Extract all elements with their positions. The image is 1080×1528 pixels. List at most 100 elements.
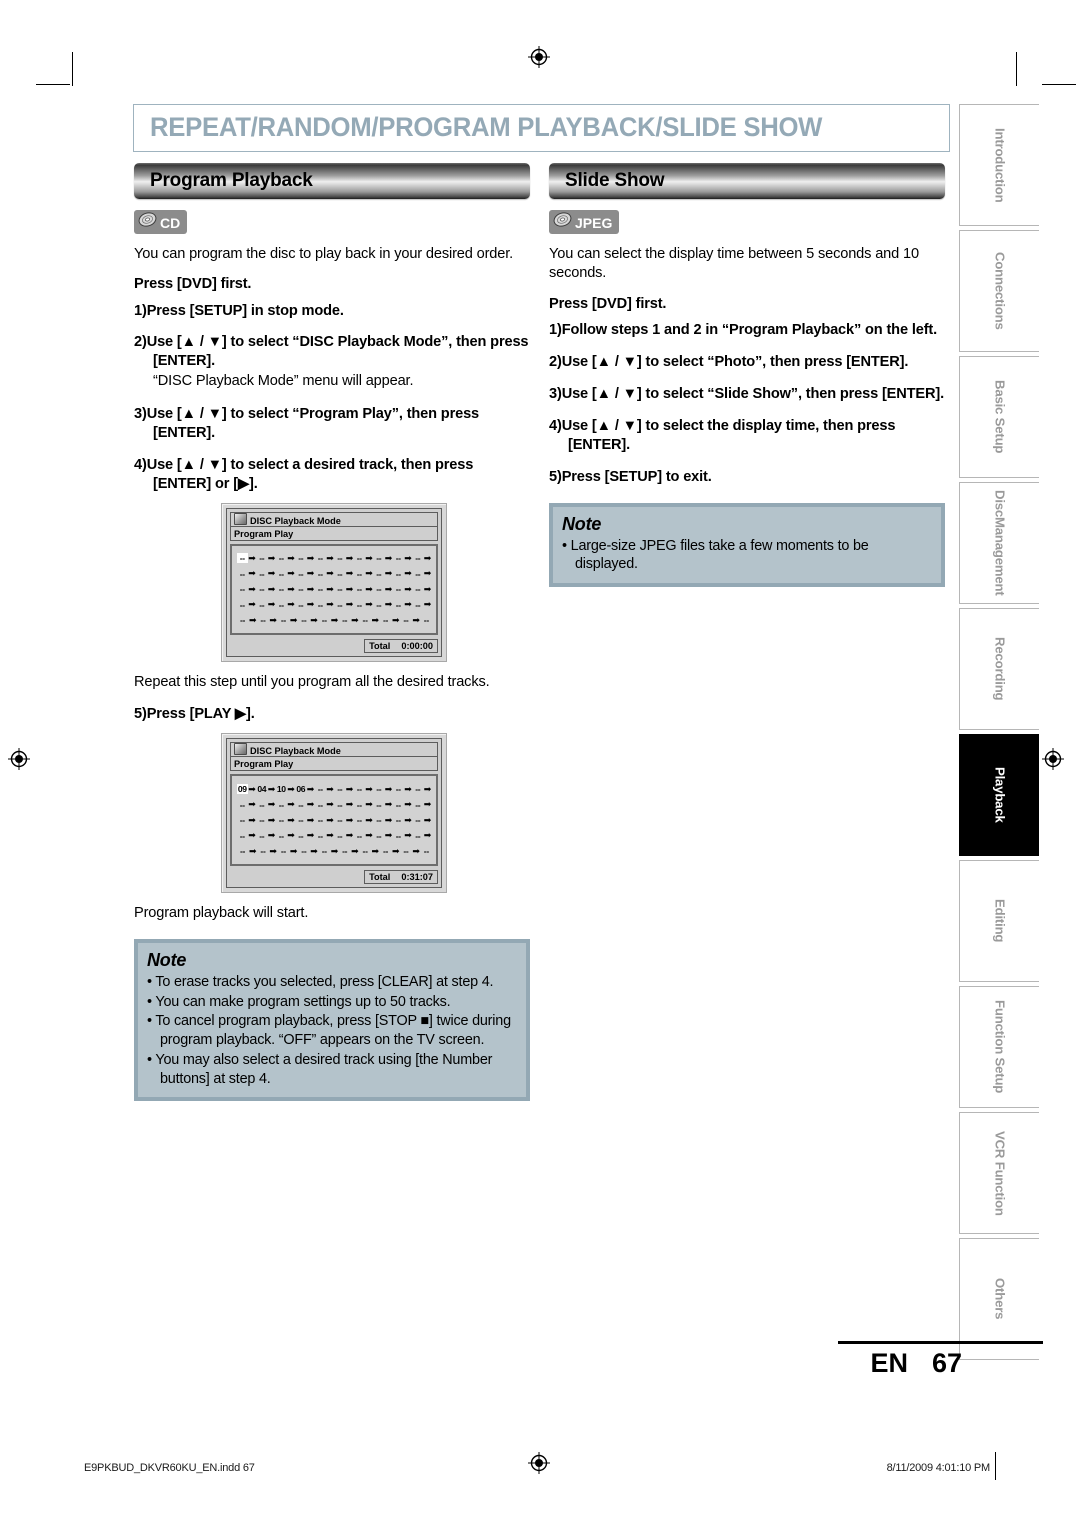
osd-track-cell[interactable]: -- <box>374 815 385 825</box>
osd-track-cell[interactable]: -- <box>315 784 326 794</box>
osd-track-cell[interactable]: -- <box>257 800 268 810</box>
osd-track-cell[interactable]: -- <box>298 846 309 856</box>
osd-track-cell[interactable]: -- <box>257 615 268 625</box>
osd-track-cell[interactable]: -- <box>335 800 346 810</box>
osd-track-cell[interactable]: -- <box>413 569 424 579</box>
osd-track-cell[interactable]: -- <box>335 784 346 794</box>
osd-track-cell[interactable]: -- <box>400 846 411 856</box>
osd-track-cell[interactable]: -- <box>374 800 385 810</box>
osd-track-cell[interactable]: -- <box>354 569 365 579</box>
sidebar-tab-function-setup[interactable]: Function Setup <box>959 986 1039 1108</box>
osd-track-cell[interactable]: -- <box>374 831 385 841</box>
osd-track-cell[interactable]: -- <box>237 584 248 594</box>
osd-track-cell[interactable]: -- <box>413 815 424 825</box>
osd-track-cell[interactable]: -- <box>315 800 326 810</box>
osd-track-cell[interactable]: -- <box>257 831 268 841</box>
osd-track-cell[interactable]: -- <box>421 846 432 856</box>
osd-track-cell[interactable]: -- <box>335 831 346 841</box>
sidebar-tab-vcr-function[interactable]: VCR Function <box>959 1112 1039 1234</box>
osd-track-cell[interactable]: -- <box>296 584 307 594</box>
osd-track-cell[interactable]: 06 <box>296 784 307 794</box>
osd-track-cell[interactable]: -- <box>335 584 346 594</box>
osd-track-cell[interactable]: -- <box>319 615 330 625</box>
osd-track-cell[interactable]: -- <box>354 815 365 825</box>
osd-track-cell[interactable]: -- <box>237 600 248 610</box>
sidebar-tab-playback[interactable]: Playback <box>959 734 1039 856</box>
osd-track-cell[interactable]: -- <box>257 846 268 856</box>
osd-track-cell[interactable]: -- <box>393 815 404 825</box>
osd-track-cell[interactable]: -- <box>315 831 326 841</box>
osd-track-cell[interactable]: -- <box>315 553 326 563</box>
osd-track-cell[interactable]: -- <box>278 846 289 856</box>
osd-track-cell[interactable]: -- <box>360 615 371 625</box>
sidebar-tab-editing[interactable]: Editing <box>959 860 1039 982</box>
osd-track-cell[interactable]: -- <box>339 615 350 625</box>
osd-track-cell[interactable]: -- <box>276 553 287 563</box>
osd-track-cell[interactable]: -- <box>413 831 424 841</box>
osd-track-cell[interactable]: -- <box>237 800 248 810</box>
osd-track-cell[interactable]: -- <box>237 553 248 564</box>
osd-track-cell[interactable]: -- <box>413 584 424 594</box>
osd-track-cell[interactable]: -- <box>393 831 404 841</box>
osd-track-cell[interactable]: -- <box>237 846 248 856</box>
osd-track-cell[interactable]: 09 <box>237 784 248 794</box>
osd-track-cell[interactable]: -- <box>315 815 326 825</box>
sidebar-tab-introduction[interactable]: Introduction <box>959 104 1039 226</box>
osd-track-cell[interactable]: -- <box>296 553 307 563</box>
osd-track-cell[interactable]: -- <box>354 584 365 594</box>
osd-track-cell[interactable]: -- <box>319 846 330 856</box>
osd-track-cell[interactable]: -- <box>276 569 287 579</box>
osd-track-cell[interactable]: -- <box>296 569 307 579</box>
osd-track-cell[interactable]: -- <box>380 846 391 856</box>
osd-track-cell[interactable]: -- <box>413 553 424 563</box>
osd-track-cell[interactable]: -- <box>374 784 385 794</box>
osd-track-cell[interactable]: -- <box>237 815 248 825</box>
osd-track-cell[interactable]: -- <box>296 600 307 610</box>
osd-track-cell[interactable]: -- <box>413 800 424 810</box>
osd-track-cell[interactable]: -- <box>315 569 326 579</box>
osd-track-cell[interactable]: -- <box>296 800 307 810</box>
osd-track-cell[interactable]: -- <box>354 553 365 563</box>
osd-track-cell[interactable]: -- <box>276 831 287 841</box>
osd-track-cell[interactable]: -- <box>393 600 404 610</box>
osd-track-cell[interactable]: -- <box>257 600 268 610</box>
osd-track-cell[interactable]: -- <box>360 846 371 856</box>
osd-track-cell[interactable]: -- <box>257 569 268 579</box>
osd-track-cell[interactable]: -- <box>257 553 268 563</box>
osd-track-cell[interactable]: -- <box>335 569 346 579</box>
osd-track-cell[interactable]: -- <box>276 584 287 594</box>
osd-track-cell[interactable]: -- <box>421 615 432 625</box>
osd-track-cell[interactable]: -- <box>413 784 424 794</box>
osd-track-cell[interactable]: -- <box>298 615 309 625</box>
osd-track-cell[interactable]: -- <box>354 831 365 841</box>
osd-track-cell[interactable]: 10 <box>276 784 287 794</box>
osd-track-cell[interactable]: -- <box>339 846 350 856</box>
osd-track-cell[interactable]: -- <box>393 569 404 579</box>
osd-track-cell[interactable]: -- <box>315 584 326 594</box>
osd-track-cell[interactable]: -- <box>257 584 268 594</box>
osd-track-cell[interactable]: -- <box>374 569 385 579</box>
osd-track-cell[interactable]: -- <box>413 600 424 610</box>
sidebar-tab-basic-setup[interactable]: Basic Setup <box>959 356 1039 478</box>
osd-track-cell[interactable]: -- <box>354 600 365 610</box>
osd-track-cell[interactable]: -- <box>278 615 289 625</box>
osd-track-cell[interactable]: -- <box>237 569 248 579</box>
osd-track-cell[interactable]: -- <box>335 815 346 825</box>
osd-track-cell[interactable]: -- <box>393 553 404 563</box>
osd-track-cell[interactable]: -- <box>335 553 346 563</box>
sidebar-tab-connections[interactable]: Connections <box>959 230 1039 352</box>
osd-track-cell[interactable]: -- <box>315 600 326 610</box>
osd-track-cell[interactable]: -- <box>276 815 287 825</box>
osd-track-cell[interactable]: -- <box>237 831 248 841</box>
sidebar-tab-recording[interactable]: Recording <box>959 608 1039 730</box>
osd-track-cell[interactable]: -- <box>276 800 287 810</box>
osd-track-cell[interactable]: -- <box>335 600 346 610</box>
osd-track-cell[interactable]: -- <box>354 784 365 794</box>
osd-track-cell[interactable]: -- <box>393 784 404 794</box>
osd-track-cell[interactable]: -- <box>237 615 248 625</box>
osd-track-cell[interactable]: -- <box>393 800 404 810</box>
sidebar-tab-disc-management[interactable]: Disc Management <box>959 482 1039 604</box>
osd-track-cell[interactable]: -- <box>393 584 404 594</box>
osd-track-cell[interactable]: -- <box>296 831 307 841</box>
osd-track-cell[interactable]: -- <box>380 615 391 625</box>
